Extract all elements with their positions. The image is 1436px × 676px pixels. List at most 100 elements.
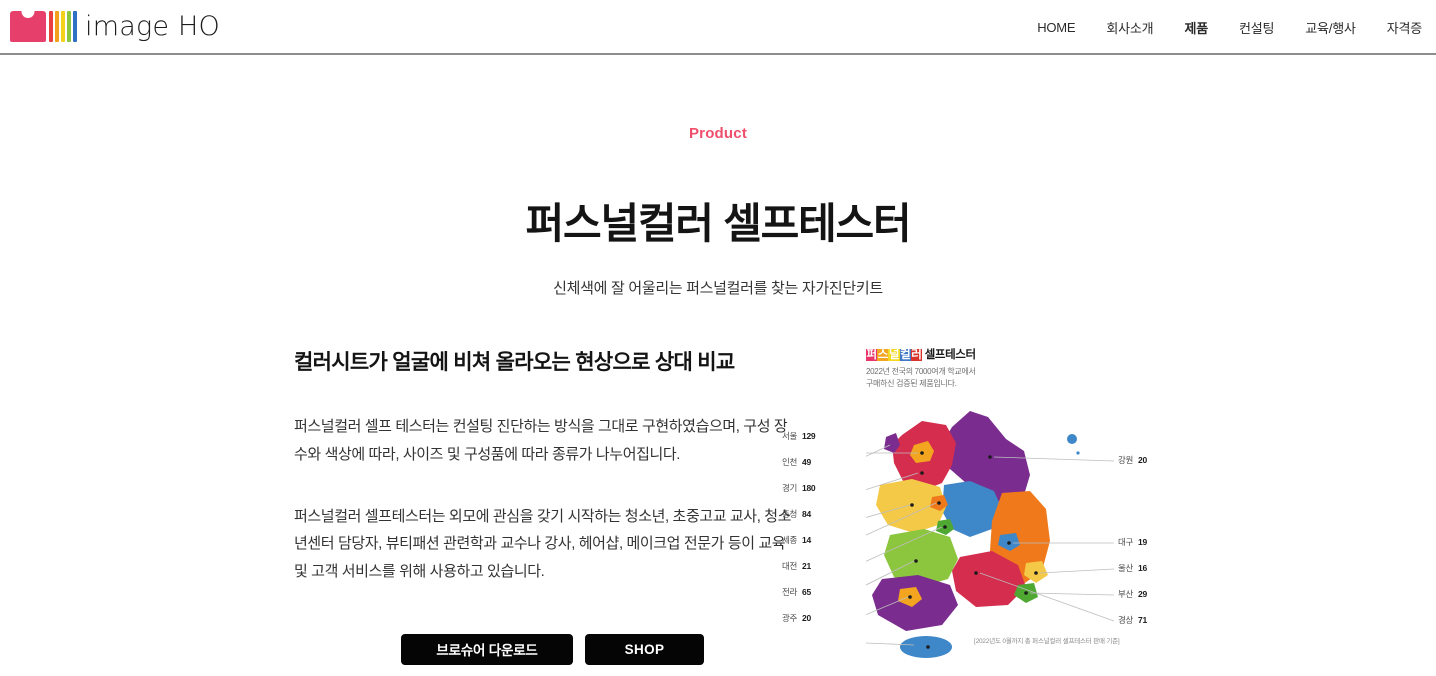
product-paragraph-2: 퍼스널컬러 셀프테스터는 외모에 관심을 갖기 시작하는 청소년, 초중고교 교… [294, 507, 792, 581]
logo-icon [10, 10, 77, 43]
map-label-incheon: 인천 49 [782, 456, 811, 468]
section-heading: 컬러시트가 얼굴에 비쳐 올라오는 현상으로 상대 비교 [294, 351, 735, 374]
map-label-gangwon-name: 강원 [1118, 455, 1134, 466]
shop-button[interactable]: SHOP [585, 633, 704, 665]
map-pin-gyeongnam [974, 571, 978, 575]
map-label-gangwon: 강원 20 [1118, 454, 1147, 466]
page-title: 퍼스널컬러 셀프테스터 [525, 200, 912, 247]
brochure-download-button[interactable]: 브로슈어 다운로드 [401, 633, 573, 665]
map-label-gyeongsang-value: 71 [1138, 615, 1147, 626]
map-title-letter-1: 퍼 [866, 349, 878, 361]
nav-item-about[interactable]: 회사소개 [1106, 18, 1153, 37]
map-label-gwangju-value: 20 [802, 613, 811, 624]
map-title-plain: 셀프테스터 [924, 349, 976, 361]
map-pin-ulsan [1034, 571, 1038, 575]
korea-map-svg [866, 411, 1115, 659]
logo-bar-1 [49, 10, 53, 42]
map-label-sejong-name: 세종 [782, 535, 798, 546]
nav-item-consulting[interactable]: 컨설팅 [1239, 18, 1274, 37]
leader-line-ulsan [1039, 568, 1115, 574]
map-label-gyeongsang-name: 경상 [1118, 615, 1134, 626]
map-label-incheon-value: 49 [802, 457, 811, 468]
logo-bar-5 [73, 10, 77, 42]
nav-item-certification[interactable]: 자격증 [1387, 18, 1422, 37]
map-label-daejeon: 대전 21 [782, 560, 811, 572]
map-label-ulsan-value: 16 [1138, 563, 1147, 574]
map-label-daejeon-name: 대전 [782, 561, 798, 572]
map-label-busan-value: 29 [1138, 589, 1147, 600]
map-label-daegu-value: 19 [1138, 537, 1147, 548]
product-text-column: 컬러시트가 얼굴에 비쳐 올라오는 현상으로 상대 비교 퍼스널컬러 셀프 테스… [294, 346, 824, 669]
map-label-gyeonggi: 경기 180 [782, 482, 816, 494]
map-pin-busan [1024, 591, 1028, 595]
map-title-letter-5: 러 [910, 349, 922, 361]
map-dot-ulleungdo [1067, 434, 1077, 445]
map-label-gyeonggi-value: 180 [802, 483, 816, 494]
map-panel-subtitle: 2022년 전국의 7000여개 학교에서 구매하신 검증된 제품입니다. [866, 366, 1166, 389]
map-pin-gangwon [988, 455, 992, 459]
map-label-gwangju: 광주 20 [782, 612, 811, 624]
map-pin-daejeon [943, 525, 947, 529]
map-label-daegu-name: 대구 [1118, 537, 1134, 548]
map-label-gyeongsang: 경상 71 [1118, 614, 1147, 626]
brand-name: image HO [85, 11, 220, 42]
map-title-letter-2: 스 [877, 349, 889, 361]
map-label-gwangju-name: 광주 [782, 613, 798, 624]
map-label-jeolla-value: 65 [802, 587, 811, 598]
leader-line-busan [1029, 592, 1115, 596]
logo-bar-4 [67, 10, 71, 42]
leader-line-incheon [866, 444, 891, 457]
map-label-seoul-value: 129 [802, 431, 816, 442]
map-label-daegu: 대구 19 [1118, 536, 1147, 548]
map-label-gyeonggi-name: 경기 [782, 483, 798, 494]
map-panel-title: 퍼스널컬러 셀프테스터 [866, 346, 1166, 362]
map-label-jeolla-name: 전라 [782, 587, 798, 598]
map-label-ulsan: 울산 16 [1118, 562, 1147, 574]
map-label-chungcheong-value: 84 [802, 509, 811, 520]
site-header: image HO HOME 회사소개 제품 컨설팅 교육/행사 자격증 [0, 0, 1436, 55]
map-label-seoul-name: 서울 [782, 431, 798, 442]
map-label-jeolla: 전라 65 [782, 586, 811, 598]
map-subtitle-line-1: 2022년 전국의 7000여개 학교에서 [866, 367, 976, 376]
map-label-incheon-name: 인천 [782, 457, 798, 468]
map-pin-daegu [1007, 541, 1011, 545]
map-label-sejong: 세종 14 [782, 534, 811, 546]
logo-bar-3 [61, 10, 65, 42]
logo-block-shape [10, 10, 46, 42]
hero-section: Product 퍼스널컬러 셀프테스터 신체색에 잘 어울리는 퍼스널컬러를 찾… [0, 55, 1436, 298]
map-subtitle-line-2: 구매하신 검증된 제품입니다. [866, 378, 957, 388]
nav-item-education-events[interactable]: 교육/행사 [1305, 18, 1356, 37]
map-title-letter-3: 널 [888, 349, 900, 361]
map-label-busan-name: 부산 [1118, 589, 1134, 600]
sales-map-panel: 퍼스널컬러 셀프테스터 2022년 전국의 7000여개 학교에서 구매하신 검… [782, 346, 1166, 669]
map-label-busan: 부산 29 [1118, 588, 1147, 600]
brand-logo[interactable]: image HO [10, 10, 220, 43]
logo-bar-2 [55, 10, 59, 42]
map-pin-jeonbuk [914, 559, 918, 563]
map-pin-chungnam [910, 503, 914, 507]
korea-map-stage: 서울 129 인천 49 경기 180 충청 84 세종 14 대전 21 전라 65 광주 2… [782, 399, 1156, 669]
nav-item-home[interactable]: HOME [1037, 20, 1075, 35]
map-pin-sejong [937, 501, 941, 505]
main-navigation: HOME 회사소개 제품 컨설팅 교육/행사 자격증 [1037, 0, 1422, 55]
map-label-chungcheong: 충청 84 [782, 508, 811, 520]
map-pin-gwangju [908, 595, 912, 599]
page-subtitle: 신체색에 잘 어울리는 퍼스널컬러를 찾는 자가진단키트 [553, 280, 883, 297]
product-content: 컬러시트가 얼굴에 비쳐 올라오는 현상으로 상대 비교 퍼스널컬러 셀프 테스… [0, 346, 1436, 669]
nav-item-product[interactable]: 제품 [1184, 18, 1208, 37]
cta-button-row: 브로슈어 다운로드 SHOP [294, 633, 824, 665]
map-dot-dokdo [1076, 451, 1080, 455]
map-label-gangwon-value: 20 [1138, 455, 1147, 466]
product-paragraph-1: 퍼스널컬러 셀프 테스터는 컨설팅 진단하는 방식을 그대로 구현하였습으며, … [294, 418, 788, 463]
map-label-seoul: 서울 129 [782, 430, 816, 442]
map-pin-jeju [926, 645, 930, 649]
logo-color-bars [49, 10, 77, 42]
map-region-jeju [900, 636, 952, 659]
map-pin-seoul [920, 451, 924, 455]
map-title-letter-4: 컬 [899, 349, 911, 361]
map-label-ulsan-name: 울산 [1118, 563, 1134, 574]
map-pin-gyeonggi [920, 471, 924, 475]
map-label-daejeon-value: 21 [802, 561, 811, 572]
map-label-chungcheong-name: 충청 [782, 509, 798, 520]
map-label-sejong-value: 14 [802, 535, 811, 546]
